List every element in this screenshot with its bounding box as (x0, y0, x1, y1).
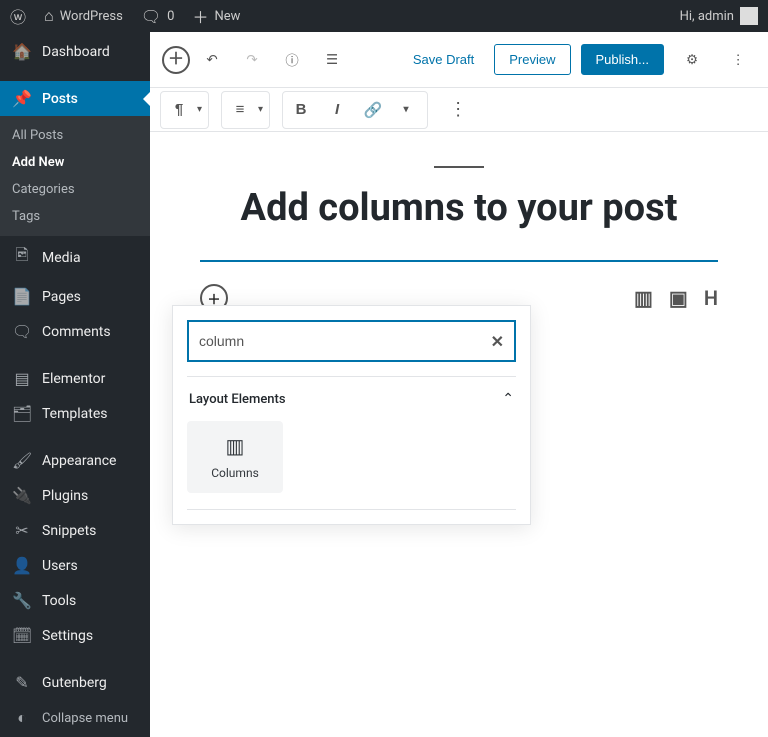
sidebar-item-settings[interactable]: 🗓Settings (0, 618, 150, 653)
brush-icon: 🖌 (12, 451, 32, 470)
paragraph-type-button[interactable]: ¶ (161, 92, 197, 128)
bold-button[interactable]: B (283, 92, 319, 128)
publish-button[interactable]: Publish... (581, 44, 664, 75)
collapse-menu[interactable]: ◐Collapse menu (0, 700, 150, 736)
sidebar-item-dashboard[interactable]: 🏠Dashboard (0, 32, 150, 69)
title-underline (200, 260, 718, 262)
block-tile-label: Columns (211, 466, 259, 480)
block-grid: ▥ Columns (187, 421, 516, 510)
tools-icon: 🔧 (12, 591, 32, 610)
block-search-input[interactable] (199, 333, 491, 349)
search-input-wrap: ✕ (187, 320, 516, 362)
title-separator (434, 166, 484, 168)
comments-icon: 🗨 (12, 322, 32, 341)
sidebar-item-templates[interactable]: 🗂Templates (0, 396, 150, 431)
greeting: Hi, admin (680, 9, 734, 24)
redo-button[interactable]: ↷ (234, 42, 270, 78)
plugin-icon: 🔌 (12, 486, 32, 505)
undo-button[interactable]: ↶ (194, 42, 230, 78)
settings-icon: 🗓 (12, 626, 32, 645)
sidebar-item-elementor[interactable]: ▤Elementor (0, 361, 150, 396)
site-name: WordPress (60, 9, 123, 24)
sidebar-item-tools[interactable]: 🔧Tools (0, 583, 150, 618)
pin-icon: 📌 (12, 89, 32, 108)
clear-search-button[interactable]: ✕ (491, 332, 504, 351)
more-format-button[interactable]: ▾ (391, 92, 427, 128)
collapse-icon: ◐ (12, 708, 32, 728)
title-block: Add columns to your post (200, 166, 718, 262)
link-button[interactable]: 🔗 (355, 92, 391, 128)
image-shortcut-icon[interactable]: ▣ (669, 286, 688, 310)
users-icon: 👤 (12, 556, 32, 575)
sidebar-item-comments[interactable]: 🗨Comments (0, 314, 150, 349)
plus-icon: ＋ (192, 4, 208, 28)
heading-shortcut-icon[interactable]: H (704, 286, 718, 310)
section-header[interactable]: Layout Elements ⌃ (187, 376, 516, 421)
submenu-all-posts[interactable]: All Posts (0, 122, 150, 149)
new-link[interactable]: ＋ New (192, 4, 240, 28)
settings-button[interactable]: ⚙ (674, 42, 710, 78)
sidebar-item-posts[interactable]: 📌Posts (0, 81, 150, 116)
chevron-up-icon: ⌃ (502, 391, 514, 407)
post-title[interactable]: Add columns to your post (200, 186, 718, 230)
align-button[interactable]: ≡ (222, 92, 258, 128)
submenu-categories[interactable]: Categories (0, 176, 150, 203)
avatar (740, 7, 758, 25)
scissors-icon: ✂ (12, 521, 32, 540)
admin-bar: ⓦ ⌂WordPress 🗨0 ＋New Hi, admin (0, 0, 768, 32)
editor-header: ＋ ↶ ↷ ⓘ ☰ Save Draft Preview Publish... … (150, 32, 768, 88)
pages-icon: 📄 (12, 287, 32, 306)
save-draft-button[interactable]: Save Draft (403, 46, 484, 73)
sidebar-item-plugins[interactable]: 🔌Plugins (0, 478, 150, 513)
block-more-button[interactable]: ⋮ (440, 92, 476, 128)
info-button[interactable]: ⓘ (274, 42, 310, 78)
site-link[interactable]: ⌂ WordPress (44, 6, 123, 26)
wordpress-icon: ⓦ (10, 4, 26, 28)
admin-sidebar: 🏠Dashboard 📌Posts All Posts Add New Cate… (0, 32, 150, 737)
templates-icon: 🗂 (12, 404, 32, 423)
columns-shortcut-icon[interactable]: ▥ (634, 286, 653, 310)
sidebar-item-media[interactable]: 🖻Media (0, 236, 150, 279)
comment-icon: 🗨 (141, 7, 161, 26)
caret-down-icon: ▾ (258, 104, 269, 115)
sidebar-item-gutenberg[interactable]: ✎Gutenberg (0, 665, 150, 700)
preview-button[interactable]: Preview (494, 44, 570, 75)
submenu-add-new[interactable]: Add New (0, 149, 150, 176)
italic-button[interactable]: I (319, 92, 355, 128)
block-toolbar: ¶▾ ≡▾ B I 🔗 ▾ ⋮ (150, 88, 768, 132)
wp-logo[interactable]: ⓦ (10, 4, 26, 28)
media-icon: 🖻 (12, 244, 32, 271)
sidebar-item-pages[interactable]: 📄Pages (0, 279, 150, 314)
block-tile-columns[interactable]: ▥ Columns (187, 421, 283, 493)
sidebar-item-users[interactable]: 👤Users (0, 548, 150, 583)
outline-button[interactable]: ☰ (314, 42, 350, 78)
section-title: Layout Elements (189, 392, 286, 407)
comments-count: 0 (167, 9, 174, 24)
pencil-icon: ✎ (12, 673, 32, 692)
new-label: New (215, 9, 241, 24)
sidebar-item-snippets[interactable]: ✂Snippets (0, 513, 150, 548)
home-icon: ⌂ (44, 6, 54, 26)
caret-down-icon: ▾ (197, 104, 208, 115)
my-account[interactable]: Hi, admin (680, 7, 758, 25)
block-inserter-popover: ✕ Layout Elements ⌃ ▥ Columns (172, 305, 531, 525)
posts-submenu: All Posts Add New Categories Tags (0, 116, 150, 236)
dashboard-icon: 🏠 (12, 42, 32, 61)
columns-icon: ▥ (226, 434, 245, 458)
more-button[interactable]: ⋮ (720, 42, 756, 78)
submenu-tags[interactable]: Tags (0, 203, 150, 230)
comments-link[interactable]: 🗨0 (141, 7, 175, 26)
add-block-button[interactable]: ＋ (162, 46, 190, 74)
elementor-icon: ▤ (12, 369, 32, 388)
sidebar-item-appearance[interactable]: 🖌Appearance (0, 443, 150, 478)
